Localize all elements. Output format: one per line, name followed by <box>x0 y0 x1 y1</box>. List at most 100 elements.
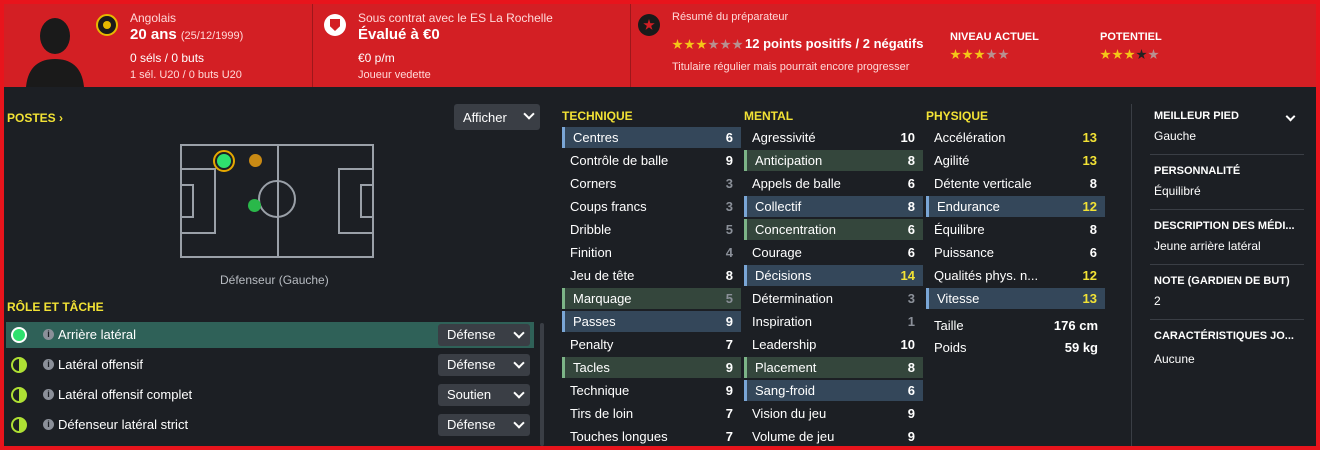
media-description-label: DESCRIPTION DES MÉDI... <box>1154 220 1295 232</box>
attribute-mental[interactable]: Détermination 3 <box>744 288 923 309</box>
attribute-mental[interactable]: Concentration 6 <box>744 219 923 240</box>
media-description-value: Jeune arrière latéral <box>1154 239 1261 253</box>
attribute-value: 9 <box>907 429 915 444</box>
attribute-technique[interactable]: Jeu de tête 8 <box>562 265 741 286</box>
info-icon[interactable]: i <box>43 329 54 340</box>
attribute-mental[interactable]: Sang-froid 6 <box>744 380 923 401</box>
attribute-technique[interactable]: Penalty 7 <box>562 334 741 355</box>
contract[interactable]: Sous contrat avec le ES La Rochelle <box>358 11 553 25</box>
best-foot-value: Gauche <box>1154 129 1197 143</box>
height-label: Taille <box>934 318 964 333</box>
roles-scrollbar[interactable] <box>540 323 544 446</box>
attribute-physique[interactable]: Équilibre 8 <box>926 219 1105 240</box>
attribute-mental[interactable]: Inspiration 1 <box>744 311 923 332</box>
age: 20 ans (25/12/1999) <box>130 26 244 43</box>
attribute-technique[interactable]: Passes 9 <box>562 311 741 332</box>
attribute-technique[interactable]: Dribble 5 <box>562 219 741 240</box>
star-icon <box>684 39 695 50</box>
attribute-technique[interactable]: Corners 3 <box>562 173 741 194</box>
attribute-physique[interactable]: Endurance 12 <box>926 196 1105 217</box>
attribute-value: 12 <box>1082 268 1097 283</box>
role-suitability-icon <box>11 327 27 343</box>
date-of-birth: (25/12/1999) <box>180 30 244 42</box>
attribute-value: 14 <box>900 268 915 283</box>
attribute-mental[interactable]: Courage 6 <box>744 242 923 263</box>
attribute-value: 13 <box>1082 291 1097 306</box>
attribute-technique[interactable]: Finition 4 <box>562 242 741 263</box>
attribute-mental[interactable]: Agressivité 10 <box>744 127 923 148</box>
report-points[interactable]: 12 points positifs / 2 négatifs <box>745 36 923 51</box>
attribute-technique[interactable]: Touches longues 7 <box>562 426 741 446</box>
attribute-name: Agilité <box>934 153 970 168</box>
attribute-name: Équilibre <box>934 222 985 237</box>
report-title: Résumé du préparateur <box>672 11 789 23</box>
duty-dropdown[interactable]: Soutien <box>438 384 530 406</box>
natural-position-marker[interactable] <box>213 150 235 172</box>
attribute-value: 4 <box>725 245 733 260</box>
attribute-name: Agressivité <box>752 130 816 145</box>
info-icon[interactable]: i <box>43 419 54 430</box>
star-icon <box>696 39 707 50</box>
attribute-mental[interactable]: Volume de jeu 9 <box>744 426 923 446</box>
attribute-name: Touches longues <box>570 429 668 444</box>
attribute-physique[interactable]: Vitesse 13 <box>926 288 1105 309</box>
role-row[interactable]: i Latéral offensif Défense <box>6 352 534 378</box>
attribute-physique[interactable]: Agilité 13 <box>926 150 1105 171</box>
attribute-physique[interactable]: Puissance 6 <box>926 242 1105 263</box>
attribute-physique[interactable]: Accélération 13 <box>926 127 1105 148</box>
attribute-value: 3 <box>725 176 733 191</box>
unconvincing-position-marker[interactable] <box>249 154 262 167</box>
player-details: POSTES › Afficher Défenseur (Gauche) RÔL… <box>4 87 1316 446</box>
info-icon[interactable]: i <box>43 389 54 400</box>
role-row[interactable]: i Arrière latéral Défense <box>6 322 534 348</box>
attribute-technique[interactable]: Coups francs 3 <box>562 196 741 217</box>
role-row[interactable]: i Latéral offensif complet Soutien <box>6 382 534 408</box>
attribute-physique[interactable]: Détente verticale 8 <box>926 173 1105 194</box>
attribute-name: Anticipation <box>755 153 823 168</box>
attribute-technique[interactable]: Marquage 5 <box>562 288 741 309</box>
attribute-technique[interactable]: Technique 9 <box>562 380 741 401</box>
attribute-name: Dribble <box>570 222 612 237</box>
attribute-mental[interactable]: Vision du jeu 9 <box>744 403 923 424</box>
attribute-value: 7 <box>725 337 733 352</box>
duty-dropdown[interactable]: Défense <box>438 414 530 436</box>
attribute-value: 8 <box>907 360 915 375</box>
star-icon <box>1112 49 1123 60</box>
attribute-mental[interactable]: Leadership 10 <box>744 334 923 355</box>
attribute-mental[interactable]: Appels de balle 6 <box>744 173 923 194</box>
chevron-down-icon[interactable] <box>1285 111 1296 122</box>
attribute-technique[interactable]: Tirs de loin 7 <box>562 403 741 424</box>
attribute-physique[interactable]: Qualités phys. n... 12 <box>926 265 1105 286</box>
role-row[interactable]: i Défenseur latéral strict Défense <box>6 412 534 438</box>
info-icon[interactable]: i <box>43 359 54 370</box>
star-icon <box>672 39 683 50</box>
potential-stars <box>1100 49 1159 60</box>
attribute-technique[interactable]: Centres 6 <box>562 127 741 148</box>
duty-dropdown[interactable]: Défense <box>438 354 530 376</box>
attribute-value: 6 <box>907 245 915 260</box>
attribute-value: 10 <box>900 337 915 352</box>
duty-dropdown[interactable]: Défense <box>438 324 530 346</box>
competent-position-marker[interactable] <box>248 199 261 212</box>
physique-title: PHYSIQUE <box>926 109 989 123</box>
current-ability-stars <box>950 49 1009 60</box>
attribute-value: 13 <box>1082 153 1097 168</box>
attribute-value: 3 <box>907 291 915 306</box>
positions-title[interactable]: POSTES › <box>7 111 63 125</box>
attribute-name: Technique <box>570 383 630 398</box>
attribute-technique[interactable]: Contrôle de balle 9 <box>562 150 741 171</box>
attribute-technique[interactable]: Tacles 9 <box>562 357 741 378</box>
caps: 0 séls / 0 buts <box>130 51 205 65</box>
attribute-value: 7 <box>725 429 733 444</box>
attribute-mental[interactable]: Collectif 8 <box>744 196 923 217</box>
height-value: 176 cm <box>1053 318 1098 333</box>
attribute-mental[interactable]: Placement 8 <box>744 357 923 378</box>
weight-label: Poids <box>934 340 967 355</box>
attribute-mental[interactable]: Anticipation 8 <box>744 150 923 171</box>
attribute-name: Coups francs <box>570 199 647 214</box>
star-icon <box>998 49 1009 60</box>
show-dropdown[interactable]: Afficher <box>454 104 540 130</box>
position-label: Défenseur (Gauche) <box>220 273 329 287</box>
attribute-value: 6 <box>907 176 915 191</box>
attribute-mental[interactable]: Décisions 14 <box>744 265 923 286</box>
